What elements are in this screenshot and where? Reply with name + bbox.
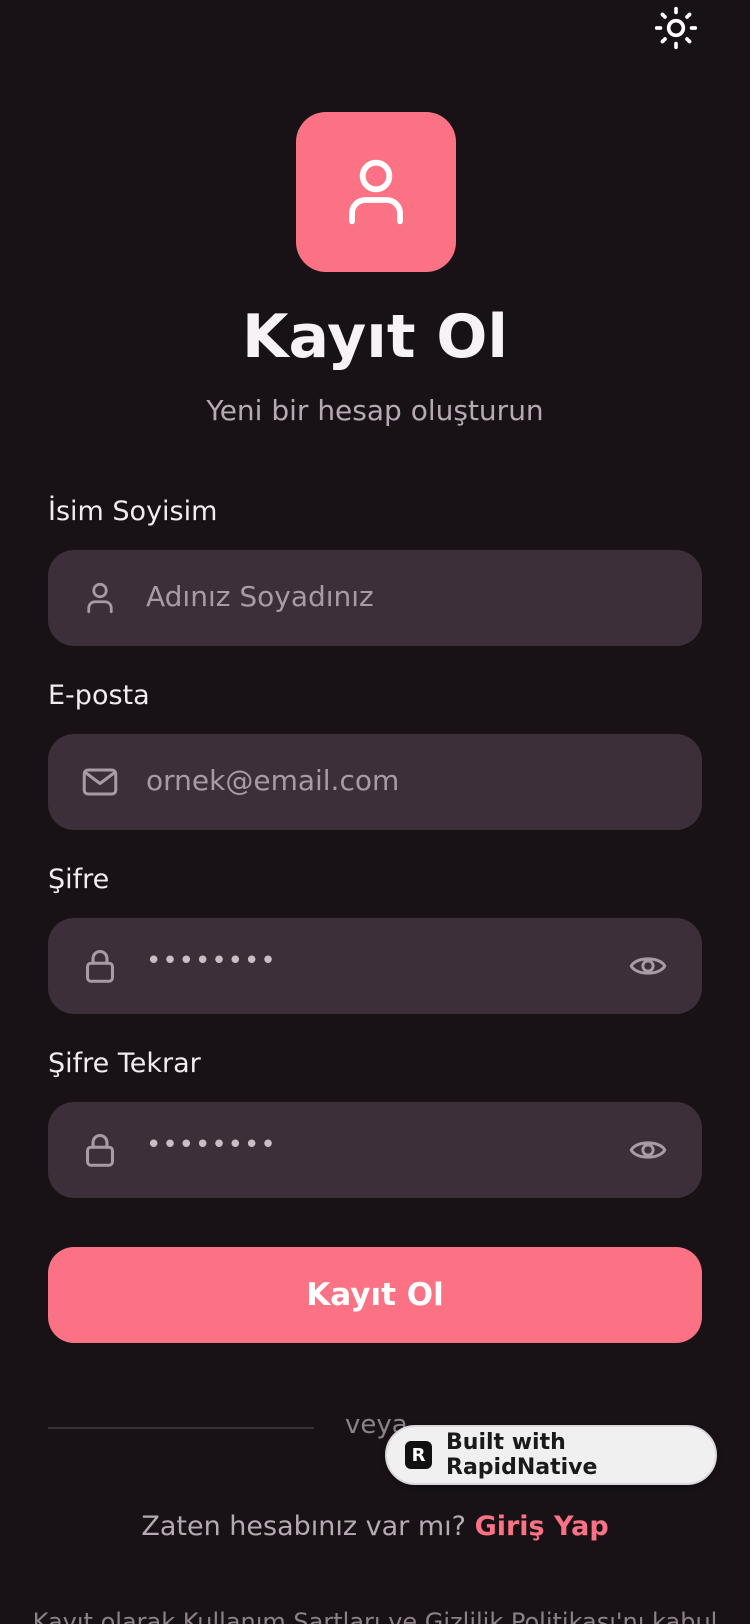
mail-icon bbox=[82, 764, 118, 800]
eye-icon[interactable] bbox=[628, 948, 668, 984]
password-confirm-label: Şifre Tekrar bbox=[48, 1048, 201, 1079]
email-placeholder: ornek@email.com bbox=[146, 764, 400, 797]
email-field[interactable]: ornek@email.com bbox=[48, 734, 702, 830]
eye-icon[interactable] bbox=[628, 1132, 668, 1168]
name-placeholder: Adınız Soyadınız bbox=[146, 580, 374, 613]
password-label: Şifre bbox=[48, 864, 110, 895]
built-with-badge[interactable]: R Built with RapidNative bbox=[385, 1425, 717, 1485]
page-subtitle: Yeni bir hesap oluşturun bbox=[206, 394, 544, 427]
page-title: Kayıt Ol bbox=[242, 302, 508, 372]
user-icon bbox=[82, 580, 118, 616]
terms-text: Kayıt olarak Kullanım Şartları ve Gizlil… bbox=[32, 1608, 718, 1624]
app-logo bbox=[296, 112, 456, 272]
password-value: •••••••• bbox=[146, 946, 277, 976]
rapidnative-logo-icon: R bbox=[405, 1441, 433, 1469]
password-confirm-value: •••••••• bbox=[146, 1130, 277, 1160]
name-field[interactable]: Adınız Soyadınız bbox=[48, 550, 702, 646]
badge-text: Built with RapidNative bbox=[446, 1430, 598, 1480]
lock-icon bbox=[82, 1132, 118, 1168]
password-confirm-field[interactable]: •••••••• bbox=[48, 1102, 702, 1198]
sun-icon bbox=[654, 6, 698, 50]
register-button[interactable]: Kayıt Ol bbox=[48, 1247, 702, 1343]
lock-icon bbox=[82, 948, 118, 984]
login-link[interactable]: Giriş Yap bbox=[475, 1511, 609, 1542]
login-prompt: Zaten hesabınız var mı? Giriş Yap bbox=[0, 1511, 750, 1542]
user-icon bbox=[349, 159, 403, 225]
login-question: Zaten hesabınız var mı? bbox=[141, 1511, 466, 1542]
register-screen: Kayıt Ol Yeni bir hesap oluşturun İsim S… bbox=[0, 0, 750, 1624]
theme-toggle-button[interactable] bbox=[650, 2, 702, 54]
divider-line-left bbox=[48, 1427, 314, 1429]
email-label: E-posta bbox=[48, 680, 150, 711]
password-field[interactable]: •••••••• bbox=[48, 918, 702, 1014]
name-label: İsim Soyisim bbox=[48, 496, 218, 527]
